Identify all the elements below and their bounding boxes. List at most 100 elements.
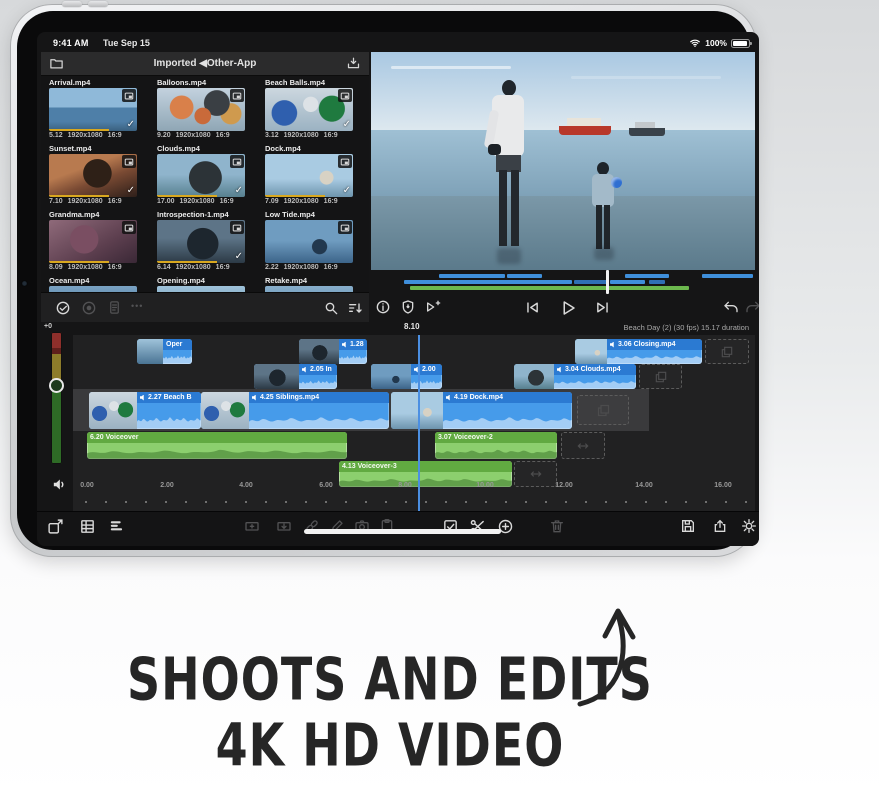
ruler-tick: 16.00 bbox=[714, 482, 732, 489]
timeline-audio-clip[interactable]: 3.07 Voiceover-2 bbox=[435, 432, 557, 459]
media-clip[interactable]: Ocean.mp4 bbox=[49, 276, 147, 292]
redo-icon[interactable] bbox=[745, 299, 759, 315]
app-screen: 9:41 AM Tue Sep 15 100% Imported ◀Other-… bbox=[37, 32, 759, 546]
play-icon[interactable] bbox=[559, 299, 577, 317]
media-clip[interactable]: Beach Balls.mp4 ✓ 3.121920x108016:9 bbox=[265, 78, 363, 144]
volume-down-button[interactable] bbox=[88, 1, 108, 7]
timeline-clip[interactable]: 3.06 Closing.mp4 bbox=[575, 339, 702, 364]
clip-info-icon[interactable] bbox=[375, 299, 391, 315]
project-info: Beach Day (2) (30 fps) 15.17 duration bbox=[624, 323, 750, 332]
insert-clip-icon[interactable] bbox=[244, 518, 260, 534]
playhead-time: 8.10 bbox=[404, 322, 420, 331]
timeline-clip[interactable]: 4.25 Siblings.mp4 bbox=[201, 392, 389, 429]
timeline-clip[interactable]: 2.27 Beach B bbox=[89, 392, 201, 429]
ruler-tick: 6.00 bbox=[319, 482, 333, 489]
speaker-icon[interactable] bbox=[51, 476, 68, 493]
undo-icon[interactable] bbox=[723, 299, 739, 315]
media-clip[interactable]: Dock.mp4 ✓ 7.091920x108016:9 bbox=[265, 144, 363, 210]
layers-icon bbox=[596, 403, 611, 418]
ghost-clip-slot[interactable] bbox=[639, 364, 682, 389]
settings-gear-icon[interactable] bbox=[741, 518, 757, 534]
track-layout-icon[interactable] bbox=[109, 518, 126, 535]
ghost-audio-slot[interactable] bbox=[561, 432, 605, 459]
timeline-clip[interactable]: 1.28 bbox=[299, 339, 367, 364]
used-check-icon: ✓ bbox=[127, 119, 135, 130]
pip-badge-icon bbox=[230, 89, 244, 102]
overview-playhead[interactable] bbox=[606, 270, 609, 294]
media-clip[interactable]: Grandma.mp4 8.091920x108016:9 bbox=[49, 210, 147, 276]
pip-badge-icon bbox=[230, 221, 244, 234]
ghost-clip-slot[interactable] bbox=[705, 339, 749, 364]
audio-level-meter bbox=[51, 332, 62, 464]
ghost-audio-slot[interactable] bbox=[514, 461, 557, 487]
pip-badge-icon bbox=[338, 155, 352, 168]
media-clip[interactable]: Clouds.mp4 ✓ 17.001920x108016:9 bbox=[157, 144, 255, 210]
media-clip[interactable]: Opening.mp4 bbox=[157, 276, 255, 292]
pip-badge-icon bbox=[122, 221, 136, 234]
media-clip[interactable]: Introspection-1.mp4 ✓ 6.141920x108016:9 bbox=[157, 210, 255, 276]
media-clip-grid: Arrival.mp4 ✓ 5.121920x108016:9 Balloons… bbox=[49, 78, 367, 292]
delete-trash-icon[interactable] bbox=[549, 518, 565, 534]
status-bar: 9:41 AM Tue Sep 15 100% bbox=[37, 32, 759, 52]
sort-icon[interactable] bbox=[347, 300, 363, 316]
front-camera bbox=[22, 281, 27, 286]
record-icon[interactable] bbox=[81, 300, 97, 316]
share-export-icon[interactable] bbox=[712, 518, 728, 534]
ghost-clip-slot[interactable] bbox=[577, 395, 629, 425]
preview-sea bbox=[371, 130, 755, 196]
ruler-tick: 0.00 bbox=[80, 482, 94, 489]
add-to-timeline-icon[interactable] bbox=[47, 518, 64, 535]
import-media-icon[interactable] bbox=[346, 56, 361, 71]
pip-badge-icon bbox=[230, 155, 244, 168]
clip-list-icon[interactable] bbox=[79, 518, 96, 535]
safe-area-icon[interactable] bbox=[400, 299, 416, 315]
skip-forward-icon[interactable] bbox=[595, 299, 612, 316]
status-time: 9:41 AM bbox=[53, 38, 89, 48]
gain-label: +0 bbox=[44, 323, 52, 330]
overwrite-clip-icon[interactable] bbox=[276, 518, 292, 534]
volume-up-button[interactable] bbox=[62, 1, 82, 7]
more-options-icon[interactable]: ••• bbox=[131, 301, 143, 311]
pip-badge-icon bbox=[338, 221, 352, 234]
clip-thumbnail bbox=[265, 220, 353, 263]
used-check-icon: ✓ bbox=[235, 251, 243, 262]
save-project-icon[interactable] bbox=[680, 518, 696, 534]
timeline-clip[interactable]: 2.00 bbox=[371, 364, 442, 389]
skip-back-icon[interactable] bbox=[523, 299, 540, 316]
media-clip[interactable]: Low Tide.mp4 2.221920x108016:9 bbox=[265, 210, 363, 276]
timeline-clip[interactable]: Oper bbox=[137, 339, 192, 364]
ruler-tick: 10.00 bbox=[476, 482, 494, 489]
used-check-icon: ✓ bbox=[343, 119, 351, 130]
horizontal-arrows-icon bbox=[576, 439, 590, 453]
home-indicator[interactable] bbox=[304, 529, 501, 534]
media-library-panel: Imported ◀Other-App Arrival.mp4 ✓ 5.1219… bbox=[41, 52, 369, 322]
add-marker-icon[interactable] bbox=[425, 299, 441, 315]
source-folder-icon[interactable] bbox=[49, 56, 64, 71]
timeline-audio-clip[interactable]: 6.20 Voiceover bbox=[87, 432, 347, 459]
timeline-playhead[interactable] bbox=[418, 335, 420, 511]
search-icon[interactable] bbox=[323, 300, 339, 316]
preview-player[interactable] bbox=[371, 52, 755, 270]
ruler-tick: 14.00 bbox=[635, 482, 653, 489]
ruler-tick: 2.00 bbox=[160, 482, 174, 489]
media-clip[interactable]: Balloons.mp4 9.201920x108016:9 bbox=[157, 78, 255, 144]
clip-thumbnail: ✓ bbox=[265, 154, 353, 197]
beach-ball bbox=[611, 177, 622, 188]
clip-thumbnail: ✓ bbox=[49, 154, 137, 197]
media-clip[interactable]: Sunset.mp4 ✓ 7.101920x108016:9 bbox=[49, 144, 147, 210]
timeline-overview[interactable] bbox=[373, 272, 753, 292]
media-clip[interactable]: Retake.mp4 bbox=[265, 276, 363, 292]
timeline[interactable]: Oper 1.28 3.06 Closing.mp4 bbox=[73, 335, 755, 511]
marketing-page: 9:41 AM Tue Sep 15 100% Imported ◀Other-… bbox=[0, 0, 879, 800]
media-clip[interactable]: Arrival.mp4 ✓ 5.121920x108016:9 bbox=[49, 78, 147, 144]
audio-gain-knob[interactable] bbox=[49, 378, 64, 393]
caption-line-2: 4K HD VIDEO bbox=[40, 710, 740, 779]
timeline-clip[interactable]: 2.05 In bbox=[254, 364, 337, 389]
notes-icon[interactable] bbox=[107, 300, 122, 315]
ruler-minor-ticks bbox=[85, 501, 749, 503]
layers-icon bbox=[720, 345, 734, 359]
battery-percentage: 100% bbox=[705, 38, 727, 48]
multi-select-icon[interactable] bbox=[55, 300, 71, 316]
timeline-clip[interactable]: 3.04 Clouds.mp4 bbox=[514, 364, 636, 389]
ipad-device: 9:41 AM Tue Sep 15 100% Imported ◀Other-… bbox=[10, 4, 757, 557]
